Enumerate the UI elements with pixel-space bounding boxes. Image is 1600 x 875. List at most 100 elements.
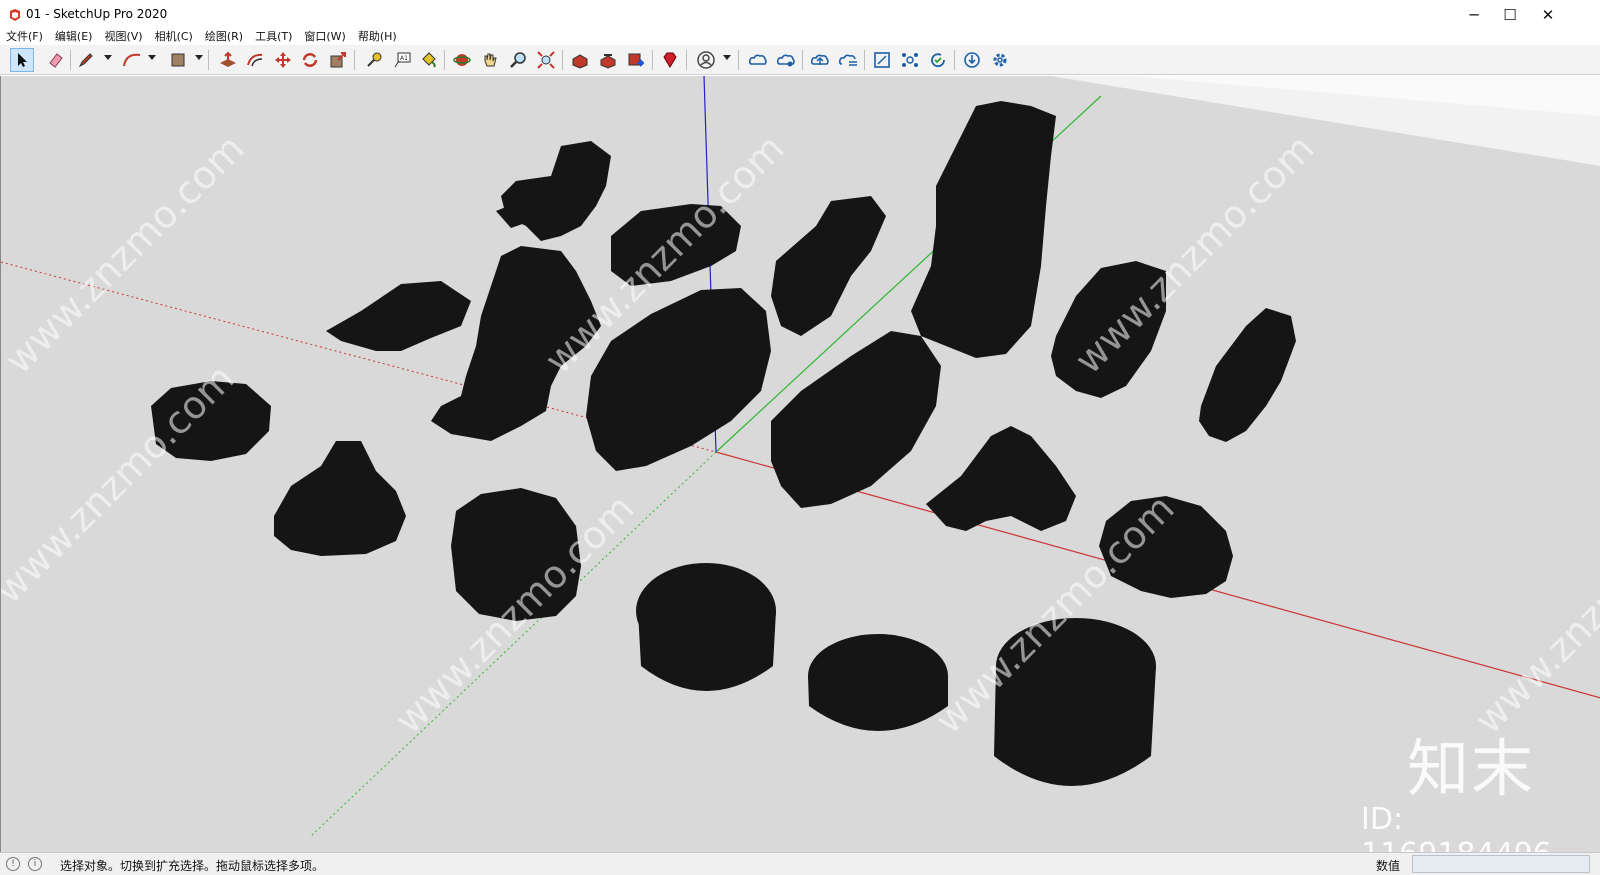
close-button[interactable]: ✕	[1530, 0, 1566, 30]
model-part[interactable]	[274, 441, 406, 556]
account-dropdown-icon[interactable]	[723, 55, 731, 60]
paint-bucket-icon	[422, 52, 436, 68]
layout-send-button[interactable]	[624, 48, 648, 72]
maximize-button[interactable]: ☐	[1492, 0, 1528, 30]
toolbar-separator	[686, 50, 687, 70]
3d-warehouse-button[interactable]	[568, 48, 592, 72]
model-part[interactable]	[911, 101, 1056, 358]
arc-dropdown-icon[interactable]	[148, 55, 156, 60]
menu-bar: 文件(F) 编辑(E) 视图(V) 相机(C) 绘图(R) 工具(T) 窗口(W…	[0, 27, 1600, 45]
status-message: 选择对象。切换到扩充选择。拖动鼠标选择多项。	[60, 859, 325, 873]
text-tool-button[interactable]: A1	[390, 48, 414, 72]
rotate-icon	[302, 53, 318, 67]
menu-view[interactable]: 视图(V)	[104, 28, 142, 44]
trimble-connect-link-button[interactable]	[746, 48, 770, 72]
pencil-dropdown-icon[interactable]	[104, 55, 112, 60]
download-button[interactable]	[960, 48, 984, 72]
model-part[interactable]	[808, 676, 948, 731]
status-bar: ! i 选择对象。切换到扩充选择。拖动鼠标选择多项。 数值	[0, 852, 1600, 875]
download-icon	[964, 52, 980, 68]
menu-help[interactable]: 帮助(H)	[358, 28, 397, 44]
pencil-tool-button[interactable]	[74, 48, 98, 72]
box-icon	[874, 52, 890, 68]
push-pull-tool-button[interactable]	[216, 48, 240, 72]
minimize-button[interactable]: ─	[1456, 0, 1492, 30]
sketchup-logo-icon	[10, 9, 20, 21]
window-title: 01 - SketchUp Pro 2020	[26, 7, 168, 21]
model-part[interactable]	[926, 426, 1076, 531]
user-icon	[697, 51, 715, 69]
model-part[interactable]	[771, 331, 941, 508]
account-button[interactable]	[694, 48, 718, 72]
orbit-icon	[453, 54, 471, 66]
rectangle-dropdown-icon[interactable]	[195, 55, 203, 60]
toolbar-separator	[562, 50, 563, 70]
model-part[interactable]	[771, 196, 886, 336]
extension-manager-button[interactable]	[658, 48, 682, 72]
offset-icon	[247, 53, 263, 67]
rectangle-tool-button[interactable]	[166, 48, 190, 72]
toolbar-separator	[208, 50, 209, 70]
settings-button[interactable]	[988, 48, 1012, 72]
model-part[interactable]	[326, 281, 471, 351]
modeling-viewport[interactable]: www.znzmo.com www.znzmo.com www.znzmo.co…	[0, 76, 1600, 852]
solid-tools-button[interactable]	[898, 48, 922, 72]
cloud-upload-icon	[810, 54, 829, 65]
offset-tool-button[interactable]	[243, 48, 267, 72]
menu-window[interactable]: 窗口(W)	[304, 28, 345, 44]
arc-icon	[123, 53, 141, 67]
paint-bucket-tool-button[interactable]	[417, 48, 441, 72]
classifier-button[interactable]	[870, 48, 894, 72]
push-pull-icon	[220, 51, 236, 67]
move-icon	[275, 52, 291, 68]
toolbar-separator	[802, 50, 803, 70]
svg-text:A1: A1	[400, 55, 408, 62]
tape-measure-tool-button[interactable]	[362, 48, 386, 72]
arrow-cursor-icon	[18, 53, 27, 67]
cloud-link-icon	[748, 54, 767, 65]
scene-canvas[interactable]: www.znzmo.com www.znzmo.com www.znzmo.co…	[1, 76, 1600, 852]
rotate-tool-button[interactable]	[298, 48, 322, 72]
zoom-tool-button[interactable]	[506, 48, 530, 72]
zoom-extents-tool-button[interactable]	[534, 48, 558, 72]
orbit-tool-button[interactable]	[450, 48, 474, 72]
trimble-connect-list-button[interactable]	[836, 48, 860, 72]
magnifier-icon	[510, 52, 526, 68]
model-part[interactable]	[501, 141, 611, 241]
scale-tool-button[interactable]	[326, 48, 350, 72]
cloud-share-icon	[776, 54, 795, 67]
watermark-id: ID: 1169184496	[1361, 802, 1552, 852]
layout-icon	[628, 53, 645, 67]
model-part[interactable]	[994, 666, 1156, 786]
sync-button[interactable]	[926, 48, 950, 72]
measurements-input[interactable]	[1412, 855, 1590, 873]
trimble-connect-upload-button[interactable]	[808, 48, 832, 72]
menu-camera[interactable]: 相机(C)	[155, 28, 193, 44]
extension-warehouse-button[interactable]	[596, 48, 620, 72]
move-tool-button[interactable]	[271, 48, 295, 72]
sketchup-window: 01 - SketchUp Pro 2020 ─ ☐ ✕ 文件(F) 编辑(E)…	[0, 0, 1600, 875]
select-tool-button[interactable]	[10, 48, 34, 72]
menu-draw[interactable]: 绘图(R)	[205, 28, 243, 44]
menu-tools[interactable]: 工具(T)	[255, 28, 292, 44]
eraser-icon	[49, 53, 63, 68]
info-icon[interactable]: i	[28, 857, 42, 871]
menu-edit[interactable]: 编辑(E)	[55, 28, 93, 44]
pan-tool-button[interactable]	[478, 48, 502, 72]
toolbar-separator	[354, 50, 355, 70]
watermark-text: www.znzmo.com	[1466, 486, 1600, 742]
hand-icon	[484, 53, 497, 67]
model-part[interactable]	[638, 611, 776, 691]
geo-location-icon[interactable]: !	[6, 857, 20, 871]
toolbar-separator	[738, 50, 739, 70]
toolbar-separator	[954, 50, 955, 70]
arc-tool-button[interactable]	[120, 48, 144, 72]
model-part[interactable]	[1199, 308, 1296, 442]
toolbar-separator	[444, 50, 445, 70]
network-icon	[902, 53, 918, 67]
menu-file[interactable]: 文件(F)	[6, 28, 43, 44]
zoom-extents-icon	[537, 51, 555, 69]
eraser-tool-button[interactable]	[44, 48, 68, 72]
trimble-connect-share-button[interactable]	[774, 48, 798, 72]
toolbar-separator	[864, 50, 865, 70]
